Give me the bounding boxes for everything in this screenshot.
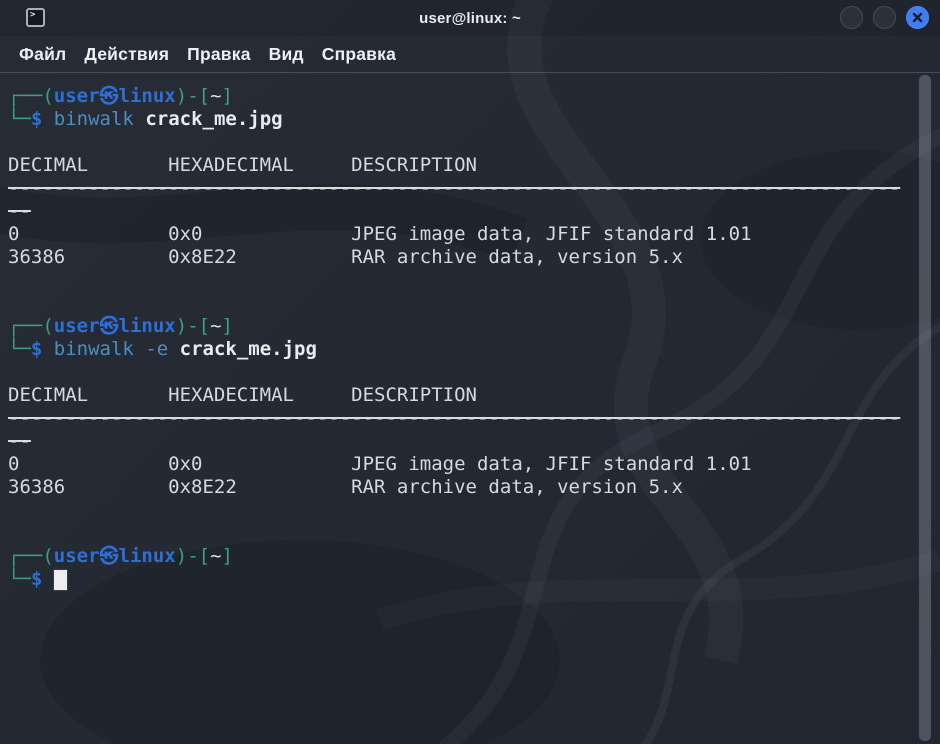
text-segment-out: DECIMAL HEXADECIMAL DESCRIPTION — [8, 384, 477, 406]
text-segment-file: crack_me.jpg — [145, 108, 282, 130]
terminal-icon[interactable]: > — [26, 8, 45, 27]
minimize-button[interactable] — [840, 6, 863, 29]
text-segment-frame: )-[ — [176, 545, 210, 567]
menubar: ФайлДействияПравкаВидСправка — [0, 36, 940, 73]
text-segment-dollar: $ — [31, 338, 42, 360]
text-segment-file: crack_me.jpg — [180, 338, 317, 360]
table2-separator: ----------------------------------------… — [8, 407, 916, 430]
prompt1-command: └─$ binwalk crack_me.jpg — [8, 108, 916, 131]
text-segment-out — [134, 108, 145, 130]
prompt3-input: └─$ — [8, 568, 916, 591]
prompt3-line1: ┌──(user㉿linux)-[~] — [8, 545, 916, 568]
text-segment-out — [42, 108, 53, 130]
menu-item-2[interactable]: Действия — [75, 44, 178, 65]
text-segment-out: 36386 0x8E22 RAR archive data, version 5… — [8, 246, 683, 268]
text-segment-frame: ┌──( — [8, 315, 54, 337]
text-segment-out — [42, 338, 53, 360]
text-segment-sep: ----------------------------------------… — [8, 177, 900, 199]
text-segment-frame: ┌──( — [8, 85, 54, 107]
blank-line — [8, 292, 916, 315]
close-button[interactable] — [906, 6, 929, 29]
text-segment-sep: ----------------------------------------… — [8, 407, 900, 429]
terminal-window: > user@linux: ~ ФайлДействияПравкаВидСпр… — [0, 0, 940, 744]
menu-item-4[interactable]: Вид — [260, 44, 313, 65]
menu-item-5[interactable]: Справка — [313, 44, 405, 65]
text-segment-user: user — [54, 315, 100, 337]
text-segment-path: ~ — [210, 85, 221, 107]
table1-separator-wrap: -- — [8, 200, 916, 223]
prompt2-command: └─$ binwalk -e crack_me.jpg — [8, 338, 916, 361]
text-segment-out — [42, 568, 53, 590]
text-segment-user: ㉿ — [100, 315, 119, 337]
blank-line — [8, 361, 916, 384]
titlebar: > user@linux: ~ — [0, 0, 940, 36]
text-segment-frame: └─ — [8, 108, 31, 130]
text-segment-user: linux — [119, 85, 176, 107]
table1-row: 36386 0x8E22 RAR archive data, version 5… — [8, 246, 916, 269]
table2-row: 36386 0x8E22 RAR archive data, version 5… — [8, 476, 916, 499]
table2-header: DECIMAL HEXADECIMAL DESCRIPTION — [8, 384, 916, 407]
window-buttons — [840, 6, 929, 29]
text-segment-user: linux — [119, 545, 176, 567]
table1-separator: ----------------------------------------… — [8, 177, 916, 200]
table2-separator-wrap: -- — [8, 430, 916, 453]
text-segment-frame: ] — [222, 545, 233, 567]
text-segment-frame: ] — [222, 85, 233, 107]
text-segment-sep: -- — [8, 430, 31, 452]
terminal-cursor — [54, 570, 67, 590]
table2-row: 0 0x0 JPEG image data, JFIF standard 1.0… — [8, 453, 916, 476]
text-segment-out: DECIMAL HEXADECIMAL DESCRIPTION — [8, 154, 477, 176]
text-segment-path: ~ — [210, 315, 221, 337]
text-segment-frame: )-[ — [176, 315, 210, 337]
window-title: user@linux: ~ — [0, 10, 940, 27]
terminal-icon-glyph: > — [30, 10, 35, 20]
text-segment-user: linux — [119, 315, 176, 337]
blank-line — [8, 522, 916, 545]
text-segment-cmd: binwalk — [54, 108, 134, 130]
prompt1-line1: ┌──(user㉿linux)-[~] — [8, 85, 916, 108]
prompt2-line1: ┌──(user㉿linux)-[~] — [8, 315, 916, 338]
text-segment-frame: )-[ — [176, 85, 210, 107]
text-segment-frame: ] — [222, 315, 233, 337]
text-segment-user: user — [54, 545, 100, 567]
text-segment-dollar: $ — [31, 568, 42, 590]
text-segment-out: 0 0x0 JPEG image data, JFIF standard 1.0… — [8, 453, 752, 475]
maximize-button[interactable] — [873, 6, 896, 29]
scrollbar-thumb[interactable] — [919, 75, 931, 741]
text-segment-cmd: -e — [145, 338, 168, 360]
text-segment-user: ㉿ — [100, 545, 119, 567]
text-segment-frame: └─ — [8, 338, 31, 360]
text-segment-path: ~ — [210, 545, 221, 567]
text-segment-frame: └─ — [8, 568, 31, 590]
x-icon — [912, 12, 923, 23]
blank-line — [8, 499, 916, 522]
text-segment-dollar: $ — [31, 108, 42, 130]
text-segment-frame: ┌──( — [8, 545, 54, 567]
text-segment-sep: -- — [8, 200, 31, 222]
text-segment-out — [168, 338, 179, 360]
terminal-output[interactable]: ┌──(user㉿linux)-[~]└─$ binwalk crack_me.… — [0, 73, 940, 591]
menu-item-1[interactable]: Файл — [10, 44, 75, 65]
scrollbar[interactable] — [919, 75, 931, 741]
text-segment-out — [134, 338, 145, 360]
text-segment-cmd: binwalk — [54, 338, 134, 360]
text-segment-user: ㉿ — [100, 85, 119, 107]
menu-item-3[interactable]: Правка — [178, 44, 259, 65]
text-segment-out: 36386 0x8E22 RAR archive data, version 5… — [8, 476, 683, 498]
text-segment-out: 0 0x0 JPEG image data, JFIF standard 1.0… — [8, 223, 752, 245]
table1-header: DECIMAL HEXADECIMAL DESCRIPTION — [8, 154, 916, 177]
blank-line — [8, 269, 916, 292]
text-segment-user: user — [54, 85, 100, 107]
table1-row: 0 0x0 JPEG image data, JFIF standard 1.0… — [8, 223, 916, 246]
blank-line — [8, 131, 916, 154]
